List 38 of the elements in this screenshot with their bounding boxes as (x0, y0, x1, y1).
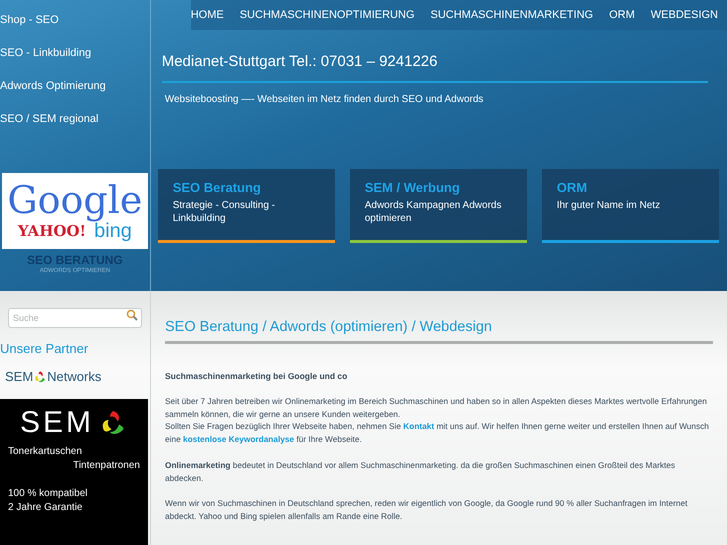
card-title: ORM (556, 180, 588, 196)
card-title: SEO Beratung (172, 180, 262, 196)
paragraph: Onlinemarketing bedeutet in Deutschland vor allem Suchmaschinenmarketing. da die großen Suchmaschinen einen Großteil des Marktes abdecken. (165, 458, 676, 484)
swirl-logo-icon (33, 370, 48, 384)
search-field[interactable]: Suche (8, 308, 142, 328)
site-title: Medianet-Stuttgart Tel.: 07031 – 9241226 (162, 52, 438, 72)
paragraph: Wenn wir von Suchmaschinen in Deutschland sprechen, reden wir eigentlich von Google, da Google rund 90 % aller Suchanfragen im Internet abdeckt. Yahoo und Bing spielen allenfalls am Rande eine Rolle. (165, 497, 688, 523)
service-card[interactable]: ORM Ihr guter Name im Netz (542, 169, 719, 243)
paragraph: Seit über 7 Jahren betreiben wir Onlinemarketing im Bereich Suchmaschinen und haben so in allen Aspekten dieses Marktes wertvolle Erfahrungen sammeln können, die wir gerne an unsere Kunden weitergeben. (165, 395, 708, 420)
sidebar-link[interactable]: Adwords Optimierung (0, 79, 150, 93)
search-engine-logos: Google YAHOO! bing (2, 173, 148, 249)
page-heading: SEO Beratung / Adwords (optimieren) / Webdesign (165, 318, 493, 336)
ad-logo-text: SEM (20, 407, 94, 439)
partner-logo-text: SEM (5, 368, 34, 386)
nav-link[interactable]: HOME (190, 6, 224, 24)
service-card[interactable]: SEO Beratung Strategie - Consulting - Linkbuilding (158, 169, 335, 243)
card-text: Adwords Kampagnen Adwords optimieren (364, 199, 502, 225)
nav-link[interactable]: SUCHMASCHINENOPTIMIERUNG (240, 6, 415, 24)
sidebar-link[interactable]: SEO - Linkbuilding (0, 46, 150, 60)
partners-heading: Unsere Partner (0, 341, 90, 357)
card-title: SEM / Werbung (364, 180, 461, 196)
card-text: Ihr guter Name im Netz (556, 199, 662, 212)
ad-text: 2 Jahre Garantie (8, 501, 84, 515)
nav-link[interactable]: SUCHMASCHINENMARKETING (430, 6, 594, 24)
section-heading: Suchmaschinenmarketing bei Google und co (165, 370, 348, 382)
sidebar-link[interactable]: SEO / SEM regional (0, 112, 150, 126)
nav-link[interactable]: ORM (609, 6, 635, 24)
search-icon[interactable] (126, 309, 138, 321)
ad-text: 100 % kompatibel (8, 487, 88, 501)
paragraph: Sollten Sie Fragen bezüglich Ihrer Webseite haben, nehmen Sie Kontakt mit uns auf. Wir helfen Ihnen gerne weiter und erstellen Ihnen auf Wunsch eine kostenlose Keywordanalyse für Ihre Webseite. (165, 420, 710, 446)
partner-logo-text: Networks (47, 368, 102, 386)
service-card[interactable]: SEM / Werbung Adwords Kampagnen Adwords optimieren (350, 169, 527, 243)
sidebar-link[interactable]: Shop - SEO (0, 13, 150, 27)
card-text: Strategie - Consulting - Linkbuilding (172, 199, 276, 225)
ad-text: Tintenpatronen (73, 459, 140, 473)
tagline: Websiteboosting —- Webseiten im Netz finden durch SEO und Adwords (164, 93, 484, 107)
nav-link[interactable]: WEBDESIGN (650, 6, 718, 24)
ad-text: Tonerkartuschen (8, 445, 83, 459)
